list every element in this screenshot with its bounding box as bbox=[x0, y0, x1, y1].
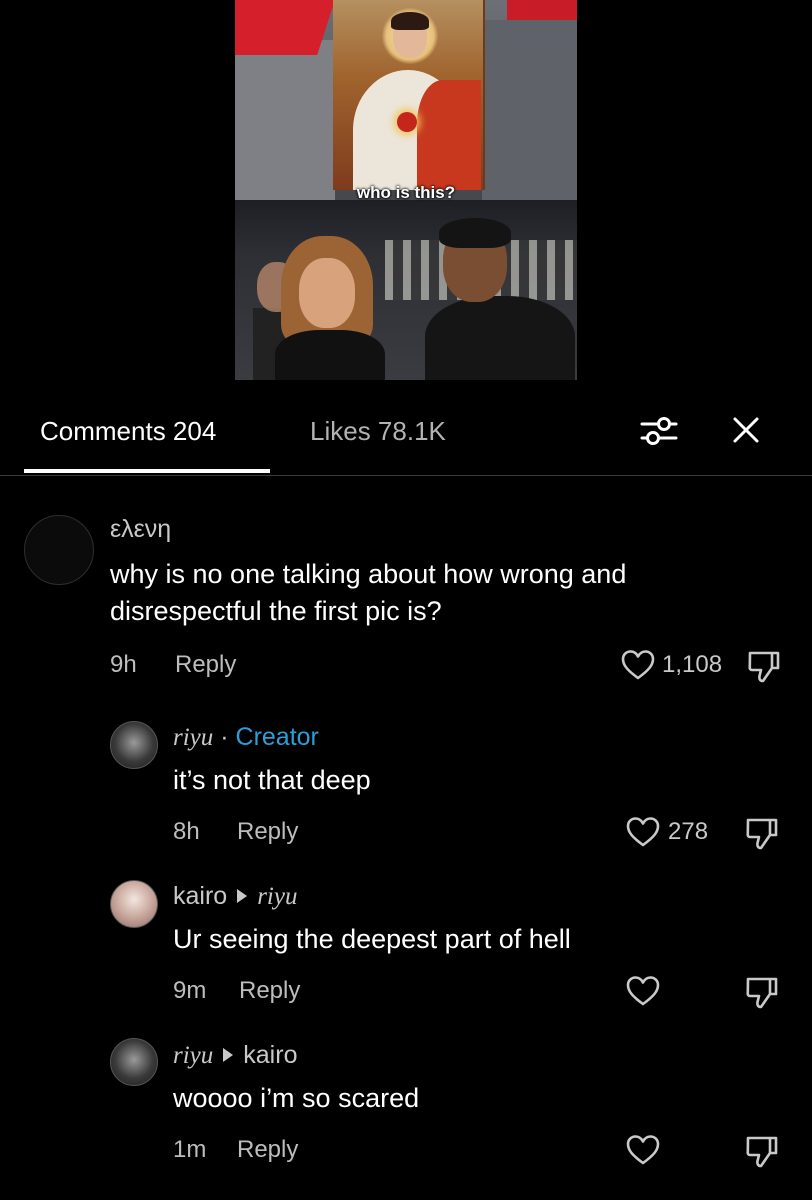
comment-text: Ur seeing the deepest part of hell bbox=[173, 924, 571, 954]
comment-timestamp: 8h bbox=[173, 818, 200, 845]
comment-text: it’s not that deep bbox=[173, 765, 371, 795]
comments-panel-header: Comments 204 Likes 78.1K bbox=[0, 380, 812, 476]
username-separator: · bbox=[220, 723, 229, 751]
comment-timestamp: 9h bbox=[110, 651, 137, 678]
comment-timestamp: 1m bbox=[173, 1136, 207, 1163]
comment-text: why is no one talking about how wrong an… bbox=[110, 556, 626, 630]
video-man-hair bbox=[439, 218, 511, 248]
thumbs-down-icon[interactable] bbox=[745, 815, 779, 851]
close-icon[interactable] bbox=[726, 410, 766, 450]
reply-button[interactable]: Reply bbox=[237, 1135, 298, 1165]
reply-to-username: kairo bbox=[243, 1041, 298, 1069]
video-woman-body bbox=[275, 330, 385, 380]
thumbs-down-icon[interactable] bbox=[745, 1133, 779, 1169]
avatar[interactable] bbox=[110, 1038, 158, 1086]
tab-comments[interactable]: Comments 204 bbox=[40, 416, 216, 446]
comment-text: woooo i’m so scared bbox=[173, 1083, 420, 1113]
comment-username[interactable]: ελενη bbox=[110, 514, 171, 544]
video-woman-face bbox=[299, 258, 355, 328]
thumbs-down-icon[interactable] bbox=[747, 648, 781, 684]
video-painting-cloak bbox=[417, 80, 481, 190]
heart-outline-icon[interactable] bbox=[626, 816, 660, 848]
video-wall-left bbox=[235, 40, 335, 200]
creator-badge: Creator bbox=[235, 723, 319, 751]
reply-to-username: riyu bbox=[257, 883, 298, 910]
video-painting-heart bbox=[397, 112, 417, 132]
heart-outline-icon[interactable] bbox=[626, 975, 660, 1007]
active-tab-indicator bbox=[24, 469, 270, 473]
username-text: riyu bbox=[173, 724, 214, 751]
comment-timestamp: 9m bbox=[173, 977, 207, 1004]
heart-outline-icon[interactable] bbox=[626, 1134, 660, 1166]
comment-text-line: why is no one talking about how wrong an… bbox=[110, 559, 627, 589]
reply-arrow-icon bbox=[223, 1048, 234, 1062]
comment-text-line: disrespectful the first pic is? bbox=[110, 596, 442, 626]
filter-sliders-icon[interactable] bbox=[638, 410, 680, 452]
like-count: 278 bbox=[668, 818, 709, 845]
reply-button[interactable]: Reply bbox=[237, 817, 298, 847]
comment-username[interactable]: riyu kairo bbox=[173, 1040, 297, 1071]
username-text: ελενη bbox=[110, 515, 172, 543]
video-thumbnail[interactable]: who is this? bbox=[235, 0, 577, 380]
reply-arrow-icon bbox=[237, 889, 248, 903]
comment-username[interactable]: riyu · Creator bbox=[173, 722, 319, 753]
avatar[interactable] bbox=[110, 721, 158, 769]
avatar[interactable] bbox=[24, 515, 94, 585]
avatar[interactable] bbox=[110, 880, 158, 928]
reply-button[interactable]: Reply bbox=[239, 976, 300, 1006]
heart-outline-icon[interactable] bbox=[621, 649, 655, 681]
comment-username[interactable]: kairo riyu bbox=[173, 881, 297, 912]
thumbs-down-icon[interactable] bbox=[745, 974, 779, 1010]
video-red-sign-right bbox=[507, 0, 577, 20]
tab-likes[interactable]: Likes 78.1K bbox=[310, 416, 446, 446]
like-count: 1,108 bbox=[662, 651, 723, 678]
video-caption: who is this? bbox=[356, 183, 456, 202]
video-painting-hair bbox=[391, 12, 429, 30]
reply-button[interactable]: Reply bbox=[175, 650, 236, 680]
video-wall-right bbox=[482, 20, 577, 200]
username-text: riyu bbox=[173, 1042, 214, 1069]
video-man-body bbox=[425, 296, 575, 380]
username-text: kairo bbox=[173, 882, 228, 910]
